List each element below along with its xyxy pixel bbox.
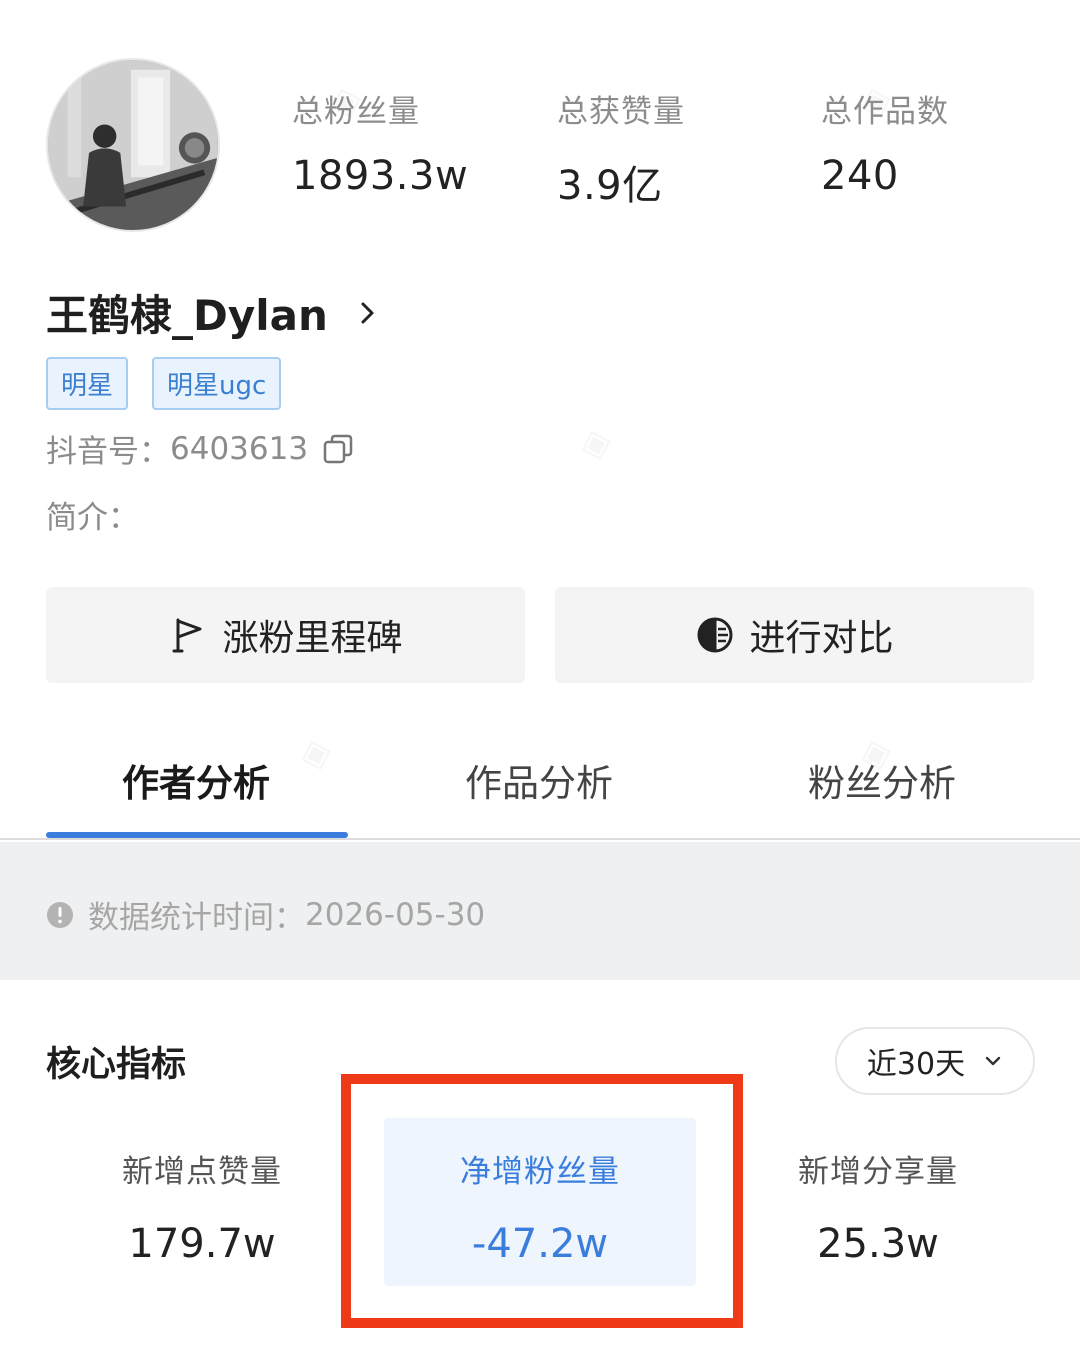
tab-author-analysis[interactable]: 作者分析	[122, 753, 270, 807]
user-photo-icon	[48, 60, 218, 230]
compare-icon	[697, 617, 733, 653]
divider	[0, 838, 1080, 840]
account-row: 抖音号： 6403613	[46, 426, 354, 471]
profile-tags: 明星 明星ugc	[46, 357, 282, 410]
metric-new-likes[interactable]: 新增点赞量 179.7w	[46, 1118, 358, 1286]
metric-new-shares[interactable]: 新增分享量 25.3w	[722, 1118, 1034, 1286]
account-id: 6403613	[170, 430, 309, 467]
profile-name-link[interactable]: 王鹤棣_Dylan	[46, 282, 382, 343]
metric-value: 179.7w	[128, 1221, 276, 1267]
stat-value: 1893.3w	[292, 153, 469, 199]
info-band: 数据统计时间： 2026-05-30	[0, 842, 1080, 980]
account-label: 抖音号：	[46, 434, 170, 470]
avatar[interactable]	[46, 58, 220, 232]
watermark: ◈	[574, 416, 617, 469]
profile-name: 王鹤棣_Dylan	[46, 291, 328, 340]
period-value: 近30天	[866, 1047, 966, 1082]
tag: 明星ugc	[152, 357, 282, 410]
stat-label: 总粉丝量	[292, 94, 420, 130]
stat-fans: 总粉丝量 1893.3w	[292, 86, 468, 199]
core-metrics-title: 核心指标	[46, 1045, 187, 1085]
stat-likes: 总获赞量 3.9亿	[557, 86, 685, 211]
stat-time-label: 数据统计时间：	[88, 900, 305, 936]
compare-label: 进行对比	[749, 618, 894, 659]
stat-time-row: 数据统计时间： 2026-05-30	[46, 892, 485, 937]
tab-fans-analysis[interactable]: 粉丝分析	[808, 753, 956, 807]
period-select[interactable]: 近30天	[835, 1027, 1035, 1095]
milestone-label: 涨粉里程碑	[222, 618, 403, 659]
stat-label: 总获赞量	[557, 94, 685, 130]
chevron-right-icon	[361, 302, 374, 323]
stat-value: 240	[821, 153, 899, 199]
analysis-tabs: 作者分析 作品分析 粉丝分析	[0, 725, 1080, 840]
compare-button[interactable]: 进行对比	[555, 587, 1034, 683]
metric-label: 新增点赞量	[122, 1154, 282, 1190]
copy-icon[interactable]	[322, 433, 354, 465]
metric-label: 新增分享量	[798, 1154, 958, 1190]
stat-label: 总作品数	[821, 94, 949, 130]
highlight-annotation-box	[341, 1074, 743, 1328]
flag-icon	[172, 618, 202, 653]
stat-value: 3.9亿	[557, 163, 663, 209]
tab-works-analysis[interactable]: 作品分析	[465, 753, 613, 807]
info-icon	[47, 901, 73, 928]
stat-works: 总作品数 240	[821, 86, 949, 199]
bio-label: 简介：	[46, 500, 139, 536]
milestone-button[interactable]: 涨粉里程碑	[46, 587, 525, 683]
chevron-down-icon	[985, 1056, 1001, 1066]
tag: 明星	[46, 357, 129, 410]
metric-value: 25.3w	[817, 1221, 939, 1267]
stat-time-value: 2026-05-30	[305, 896, 486, 933]
